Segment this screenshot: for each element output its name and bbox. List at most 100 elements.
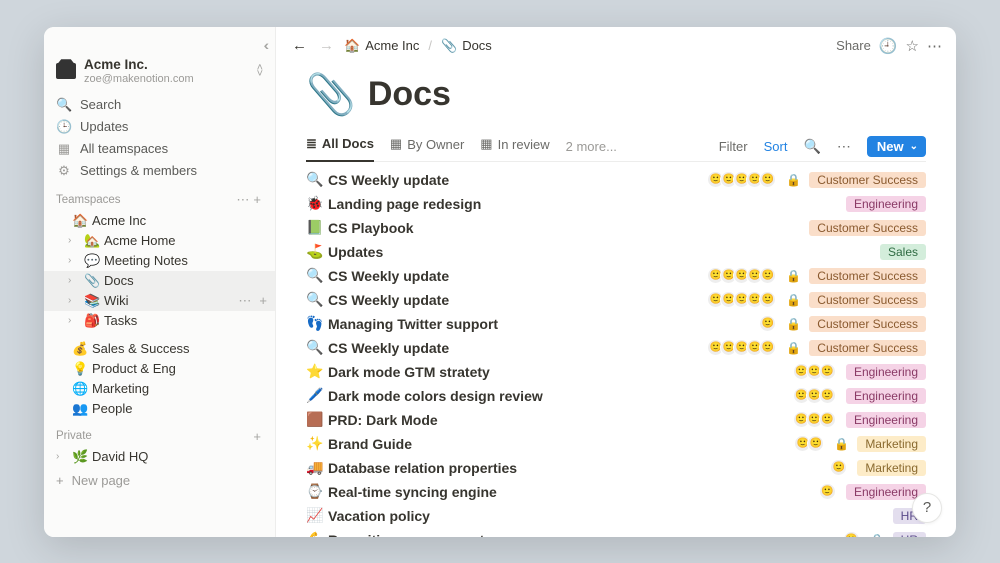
row-title: CS Weekly update (328, 172, 711, 188)
page-label: Tasks (104, 313, 269, 328)
list-item[interactable]: 🔍 CS Weekly update 🙂🙂🙂🙂🙂🔒 Customer Succe… (306, 264, 926, 288)
sidebar-item-meeting-notes[interactable]: › 💬 Meeting Notes (44, 251, 275, 271)
breadcrumb-root[interactable]: Acme Inc (365, 38, 419, 53)
list-item[interactable]: 🔍 CS Weekly update 🙂🙂🙂🙂🙂🔒 Customer Succe… (306, 168, 926, 192)
sort-button[interactable]: Sort (764, 139, 788, 154)
star-icon[interactable]: ☆ (906, 37, 919, 55)
list-item[interactable]: 💪 Recruiting new support reps 🙂🔒 HR (306, 528, 926, 537)
collapse-sidebar-icon[interactable]: ‹‹ (264, 37, 265, 53)
row-icon: 🟫 (306, 411, 328, 428)
lock-icon: 🔒 (786, 317, 801, 331)
sidebar-item-wiki[interactable]: › 📚 Wiki⋯ + (44, 291, 275, 311)
avatar: 🙂 (759, 291, 776, 308)
filter-button[interactable]: Filter (719, 139, 748, 154)
private-add-icon[interactable]: + (251, 429, 263, 444)
row-icon: ⛳ (306, 243, 328, 260)
caret-icon[interactable]: › (68, 295, 80, 306)
tab-all-docs[interactable]: ≣ All Docs (306, 132, 374, 162)
nav-forward-icon[interactable]: → (317, 37, 336, 54)
breadcrumb[interactable]: 🏠 Acme Inc / 📎 Docs (344, 38, 492, 54)
list-item[interactable]: 🔍 CS Weekly update 🙂🙂🙂🙂🙂🔒 Customer Succe… (306, 288, 926, 312)
list-item[interactable]: 🚚 Database relation properties 🙂 Marketi… (306, 456, 926, 480)
row-title: CS Weekly update (328, 268, 711, 284)
page-icon[interactable]: 📎 (306, 71, 356, 118)
caret-icon[interactable]: › (68, 235, 80, 246)
list-item[interactable]: 👣 Managing Twitter support 🙂🔒 Customer S… (306, 312, 926, 336)
tag-cs: Customer Success (809, 172, 926, 188)
caret-icon[interactable]: › (56, 451, 68, 462)
list-item[interactable]: 🖊️ Dark mode colors design review 🙂🙂🙂 En… (306, 384, 926, 408)
sidebar-item-updates[interactable]: 🕒 Updates (44, 116, 275, 138)
sidebar-item-acme-home[interactable]: › 🏡 Acme Home (44, 231, 275, 251)
lock-icon: 🔒 (786, 269, 801, 283)
page-title[interactable]: Docs (368, 75, 451, 114)
sidebar-item-tasks[interactable]: › 🎒 Tasks (44, 311, 275, 331)
workspace-icon (56, 63, 76, 79)
list-item[interactable]: 🐞 Landing page redesign Engineering (306, 192, 926, 216)
page-label: Meeting Notes (104, 253, 269, 268)
page-label: Acme Home (104, 233, 269, 248)
avatar: 🙂 (819, 483, 836, 500)
help-button[interactable]: ? (912, 493, 942, 523)
tag-mkt: Marketing (857, 436, 926, 452)
new-button[interactable]: New ⌄ (867, 136, 926, 157)
caret-icon[interactable]: › (68, 275, 80, 286)
list-item[interactable]: 📈 Vacation policy HR (306, 504, 926, 528)
list-item[interactable]: ✨ Brand Guide 🙂🙂🔒 Marketing (306, 432, 926, 456)
private-section-header[interactable]: Private + (44, 419, 275, 447)
caret-icon[interactable]: › (68, 315, 80, 326)
list-item[interactable]: 🔍 CS Weekly update 🙂🙂🙂🙂🙂🔒 Customer Succe… (306, 336, 926, 360)
row-title: CS Weekly update (328, 292, 711, 308)
sidebar-item-people[interactable]: 👥 People (44, 399, 275, 419)
page-emoji-icon: 🏡 (84, 233, 100, 249)
list-item[interactable]: ⛳ Updates Sales (306, 240, 926, 264)
sidebar-item-label: Search (80, 97, 121, 112)
list-item[interactable]: ⌚ Real-time syncing engine 🙂 Engineering (306, 480, 926, 504)
teamspaces-add-icon[interactable]: + (251, 192, 263, 207)
workspace-switcher[interactable]: Acme Inc. zoe@makenotion.com ˄˅ (44, 57, 275, 94)
avatar: 🙂 (830, 459, 847, 476)
item-add-icon[interactable]: + (257, 293, 269, 308)
teamspaces-section-header[interactable]: Teamspaces ⋯ + (44, 182, 275, 211)
nav-back-icon[interactable]: ← (290, 37, 309, 54)
view-label: All Docs (322, 136, 374, 151)
page-label: David HQ (92, 449, 269, 464)
tag-eng: Engineering (846, 484, 926, 500)
sidebar-item-sales-success[interactable]: 💰 Sales & Success (44, 339, 275, 359)
page-emoji-icon: 📎 (84, 273, 100, 289)
tab-by-owner[interactable]: ▦ By Owner (390, 132, 464, 161)
lock-icon: 🔒 (786, 341, 801, 355)
sidebar-item-product-eng[interactable]: 💡 Product & Eng (44, 359, 275, 379)
item-more-icon[interactable]: ⋯ (236, 293, 253, 309)
page-label: People (92, 401, 269, 416)
list-item[interactable]: 📗 CS Playbook Customer Success (306, 216, 926, 240)
list-item[interactable]: 🟫 PRD: Dark Mode 🙂🙂🙂 Engineering (306, 408, 926, 432)
tab-in-review[interactable]: ▦ In review (480, 132, 549, 161)
avatar-stack: 🙂🙂🙂 (797, 363, 836, 380)
sidebar-item-search[interactable]: 🔍 Search (44, 94, 275, 116)
new-page-button[interactable]: + New page (44, 467, 275, 494)
avatar-stack: 🙂 (823, 483, 836, 500)
breadcrumb-root-icon: 🏠 (344, 38, 360, 54)
views-more[interactable]: 2 more... (566, 139, 617, 154)
sidebar-item-marketing[interactable]: 🌐 Marketing (44, 379, 275, 399)
sidebar-item-david-hq[interactable]: › 🌿 David HQ (44, 447, 275, 467)
search-icon[interactable]: 🔍 (803, 138, 820, 155)
breadcrumb-page[interactable]: Docs (462, 38, 492, 53)
clock-icon[interactable]: 🕘 (879, 37, 898, 55)
sidebar-item-docs[interactable]: › 📎 Docs (44, 271, 275, 291)
lock-icon: 🔒 (786, 173, 801, 187)
sidebar-item-all-teamspaces[interactable]: ▦ All teamspaces (44, 138, 275, 160)
list-item[interactable]: ⭐ Dark mode GTM stratety 🙂🙂🙂 Engineering (306, 360, 926, 384)
view-more-icon[interactable]: ⋯ (837, 138, 851, 155)
caret-icon[interactable]: › (68, 255, 80, 266)
sidebar-item-settings-members[interactable]: ⚙ Settings & members (44, 160, 275, 182)
teamspaces-more-icon[interactable]: ⋯ (234, 192, 251, 208)
more-icon[interactable]: ⋯ (927, 37, 942, 55)
row-icon: 🔍 (306, 267, 328, 284)
page-label: Acme Inc (92, 213, 269, 228)
share-button[interactable]: Share (836, 38, 871, 53)
sidebar-item-acme-inc[interactable]: 🏠 Acme Inc (44, 211, 275, 231)
view-label: By Owner (407, 137, 464, 152)
avatar-stack: 🙂🙂🙂 (797, 411, 836, 428)
